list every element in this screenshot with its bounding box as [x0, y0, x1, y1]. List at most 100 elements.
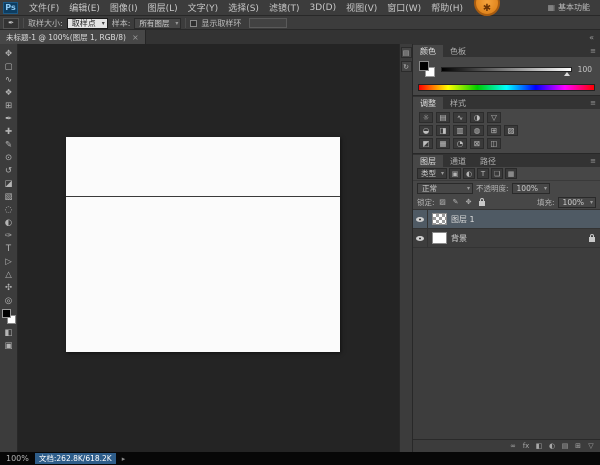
screen-mode-icon[interactable]: ▣: [1, 339, 17, 352]
panel-menu-icon[interactable]: ≡: [590, 157, 596, 165]
tool-clone-stamp-icon[interactable]: ⊙: [1, 151, 17, 164]
lock-pixels-icon[interactable]: ✎: [451, 197, 461, 207]
tab-color[interactable]: 颜色: [413, 45, 443, 57]
tab-styles[interactable]: 样式: [443, 97, 473, 109]
tool-move-icon[interactable]: ✥: [1, 47, 17, 60]
layer-mask-icon[interactable]: ◧: [535, 442, 543, 450]
lock-transparency-icon[interactable]: ▨: [438, 197, 448, 207]
tool-history-brush-icon[interactable]: ↺: [1, 164, 17, 177]
channel-mixer-icon[interactable]: ⊞: [487, 125, 501, 136]
gradient-map-icon[interactable]: ⊠: [470, 138, 484, 149]
tool-dodge-icon[interactable]: ◐: [1, 216, 17, 229]
adjustment-layer-icon[interactable]: ◐: [548, 442, 556, 450]
tool-zoom-icon[interactable]: ◎: [1, 294, 17, 307]
close-tab-icon[interactable]: ×: [132, 33, 139, 42]
lock-position-icon[interactable]: ✥: [464, 197, 474, 207]
brightness-contrast-icon[interactable]: ☼: [419, 112, 433, 123]
tool-gradient-icon[interactable]: ▧: [1, 190, 17, 203]
tab-paths[interactable]: 路径: [473, 155, 503, 167]
lock-all-icon[interactable]: [477, 197, 487, 207]
menu-item-3d[interactable]: 3D(D): [304, 3, 341, 13]
hue-saturation-icon[interactable]: ◒: [419, 125, 433, 136]
filter-kind-dropdown[interactable]: 类型: [417, 168, 447, 179]
exposure-icon[interactable]: ◑: [470, 112, 484, 123]
visibility-toggle[interactable]: [413, 210, 428, 228]
curves-icon[interactable]: ∿: [453, 112, 467, 123]
layer-thumbnail[interactable]: [432, 232, 447, 244]
properties-panel-icon[interactable]: ▤: [400, 47, 412, 58]
history-panel-icon[interactable]: ↻: [400, 61, 412, 72]
color-fg-bg-swatch[interactable]: [419, 61, 435, 77]
foreground-background-swatches[interactable]: [1, 309, 16, 324]
layer-row-layer1[interactable]: 图层 1: [413, 210, 600, 229]
filter-smart-object-icon[interactable]: ▦: [505, 168, 517, 179]
workspace-switcher[interactable]: ▦ 基本功能: [547, 2, 590, 13]
sample-size-dropdown[interactable]: 取样点: [66, 17, 108, 29]
menu-item-view[interactable]: 视图(V): [341, 1, 382, 14]
canvas-area[interactable]: [18, 44, 400, 452]
menu-item-layer[interactable]: 图层(L): [143, 1, 183, 14]
tool-brush-icon[interactable]: ✎: [1, 138, 17, 151]
tool-blur-icon[interactable]: ◌: [1, 203, 17, 216]
vibrance-icon[interactable]: ▽: [487, 112, 501, 123]
menu-item-select[interactable]: 选择(S): [223, 1, 264, 14]
tool-healing-brush-icon[interactable]: ✚: [1, 125, 17, 138]
photo-filter-icon[interactable]: ◍: [470, 125, 484, 136]
menu-item-type[interactable]: 文字(Y): [183, 1, 224, 14]
tool-quick-selection-icon[interactable]: ❖: [1, 86, 17, 99]
status-expand-icon[interactable]: ▸: [122, 455, 126, 463]
grayscale-slider[interactable]: [441, 66, 572, 76]
color-balance-icon[interactable]: ◨: [436, 125, 450, 136]
current-tool-icon[interactable]: ✒: [3, 17, 19, 29]
posterize-icon[interactable]: ▦: [436, 138, 450, 149]
tool-eyedropper-icon[interactable]: ✒: [1, 112, 17, 125]
tab-layers[interactable]: 图层: [413, 155, 443, 167]
layer-name[interactable]: 背景: [451, 233, 467, 244]
new-layer-icon[interactable]: ⊞: [574, 442, 582, 450]
filter-adjustment-layers-icon[interactable]: ◐: [463, 168, 475, 179]
new-group-icon[interactable]: ▤: [561, 442, 569, 450]
black-white-icon[interactable]: ▥: [453, 125, 467, 136]
tool-pen-icon[interactable]: ✑: [1, 229, 17, 242]
layer-name[interactable]: 图层 1: [451, 214, 475, 225]
layer-style-icon[interactable]: fx: [522, 442, 530, 450]
link-layers-icon[interactable]: ∞: [509, 442, 517, 450]
tool-path-selection-icon[interactable]: ▷: [1, 255, 17, 268]
sample-dropdown[interactable]: 所有图层: [134, 17, 182, 29]
levels-icon[interactable]: ▤: [436, 112, 450, 123]
panel-menu-icon[interactable]: ≡: [590, 99, 596, 107]
slider-knob[interactable]: [563, 71, 570, 76]
tool-type-icon[interactable]: T: [1, 242, 17, 255]
tool-lasso-icon[interactable]: ∿: [1, 73, 17, 86]
quick-mask-icon[interactable]: ◧: [1, 326, 17, 339]
menu-item-edit[interactable]: 编辑(E): [64, 1, 105, 14]
filter-pixel-layers-icon[interactable]: ▣: [449, 168, 461, 179]
panel-menu-icon[interactable]: ≡: [590, 47, 596, 55]
foreground-color-swatch[interactable]: [1, 309, 11, 318]
tool-marquee-icon[interactable]: ▢: [1, 60, 17, 73]
color-spectrum-bar[interactable]: [418, 84, 595, 91]
tool-eraser-icon[interactable]: ◪: [1, 177, 17, 190]
threshold-icon[interactable]: ◔: [453, 138, 467, 149]
tool-shape-icon[interactable]: △: [1, 268, 17, 281]
menu-item-help[interactable]: 帮助(H): [426, 1, 468, 14]
document-canvas[interactable]: [66, 137, 340, 352]
show-ring-checkbox[interactable]: [190, 19, 198, 27]
blend-mode-dropdown[interactable]: 正常: [417, 182, 473, 194]
document-tab[interactable]: 未标题-1 @ 100%(图层 1, RGB/8) ×: [0, 30, 146, 44]
tab-adjustments[interactable]: 调整: [413, 97, 443, 109]
visibility-toggle[interactable]: [413, 229, 428, 247]
collapse-panels-icon[interactable]: «: [589, 33, 594, 42]
zoom-level[interactable]: 100%: [6, 454, 29, 463]
foreground-swatch[interactable]: [419, 61, 429, 71]
options-extra-button[interactable]: [249, 18, 288, 28]
invert-icon[interactable]: ◩: [419, 138, 433, 149]
tool-crop-icon[interactable]: ⊞: [1, 99, 17, 112]
filter-type-layers-icon[interactable]: T: [477, 168, 489, 179]
document-size-info[interactable]: 文档:262.8K/618.2K: [34, 453, 116, 464]
layer-thumbnail[interactable]: [432, 213, 447, 225]
menu-item-file[interactable]: 文件(F): [24, 1, 64, 14]
layer-row-background[interactable]: 背景: [413, 229, 600, 248]
selective-color-icon[interactable]: ◫: [487, 138, 501, 149]
menu-item-window[interactable]: 窗口(W): [382, 1, 426, 14]
